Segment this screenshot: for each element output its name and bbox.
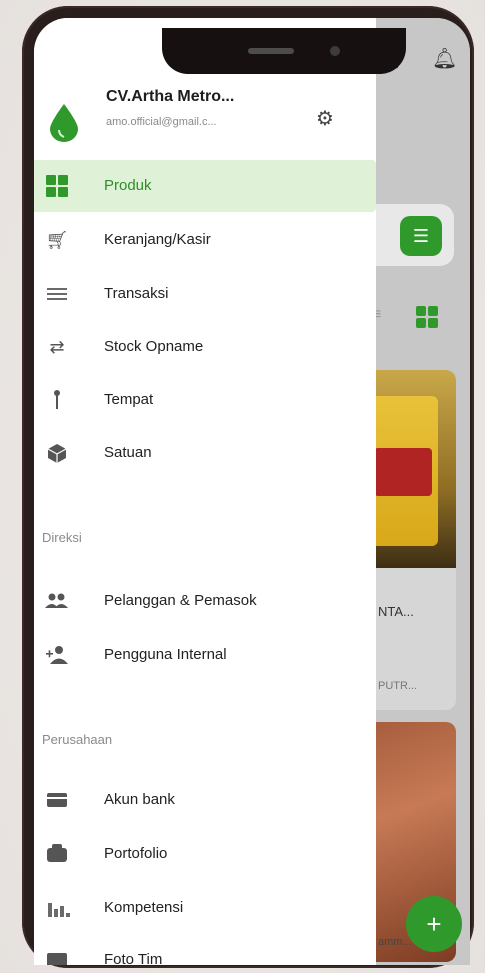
grid-icon [44,173,70,199]
menu-item-akun-bank[interactable]: Akun bank [34,774,376,826]
menu-item-kompetensi[interactable]: Kompetensi [34,882,376,934]
profile-header[interactable]: CV.Artha Metro... amo.official@gmail.c..… [34,78,376,158]
paint-can-image [368,396,438,546]
company-email: amo.official@gmail.c... [106,116,217,128]
menu-item-transaksi[interactable]: Transaksi [34,268,376,320]
grid-view-icon[interactable] [416,306,438,328]
menu-item-portofolio[interactable]: Portofolio [34,828,376,880]
menu-item-stock-opname[interactable]: ⇄ Stock Opname [34,321,376,373]
droplet-logo-icon [50,104,78,142]
add-fab-button[interactable]: + [406,896,462,952]
notification-bell-icon[interactable]: 🔔︎ [432,46,457,71]
cart-icon: 🛒︎ [45,230,69,250]
people-icon [44,588,70,614]
menu-label: Pengguna Internal [104,646,227,663]
menu-item-foto-tim[interactable]: Foto Tim [34,934,376,965]
company-name: CV.Artha Metro... [106,88,235,105]
menu-label: Portofolio [104,845,168,862]
menu-item-keranjang[interactable]: 🛒︎ Keranjang/Kasir [34,214,376,266]
menu-item-satuan[interactable]: Satuan [34,427,376,479]
credit-card-icon [44,787,70,813]
gear-icon[interactable]: ⚙ [314,108,336,130]
phone-screen: 🛒︎ 🔔︎ ☰ ≡ NTA... PUTR... amm... + [34,18,470,965]
menu-label: Transaksi [104,285,169,302]
product-card2-subtitle: amm... [378,936,412,948]
navigation-drawer: CV.Artha Metro... amo.official@gmail.c..… [34,18,376,965]
menu-label: Foto Tim [104,951,163,965]
section-direksi: Direksi [42,530,82,545]
cube-icon [44,440,70,466]
menu-item-tempat[interactable]: Tempat [34,374,376,426]
menu-label: Pelanggan & Pemasok [104,592,257,609]
section-perusahaan: Perusahaan [42,732,113,747]
bar-chart-icon [44,895,70,921]
menu-label: Produk [104,177,152,194]
phone-notch [162,28,406,74]
menu-label: Keranjang/Kasir [104,231,211,248]
list-icon [44,281,70,307]
menu-label: Stock Opname [104,338,204,355]
product-card-title: NTA... [378,604,414,619]
photo-icon [44,947,70,965]
filter-button[interactable]: ☰ [400,216,442,256]
product-card-subtitle: PUTR... [378,680,418,692]
pin-icon [44,387,70,413]
menu-label: Akun bank [104,791,175,808]
menu-item-pengguna-internal[interactable]: Pengguna Internal [34,629,376,681]
briefcase-icon [44,841,70,867]
swap-arrows-icon: ⇄ [49,337,65,357]
menu-label: Tempat [104,391,154,408]
menu-item-pelanggan-pemasok[interactable]: Pelanggan & Pemasok [34,575,376,627]
add-person-icon [44,642,70,668]
menu-label: Satuan [104,444,152,461]
menu-item-produk[interactable]: Produk [34,160,376,212]
menu-label: Kompetensi [104,899,184,916]
